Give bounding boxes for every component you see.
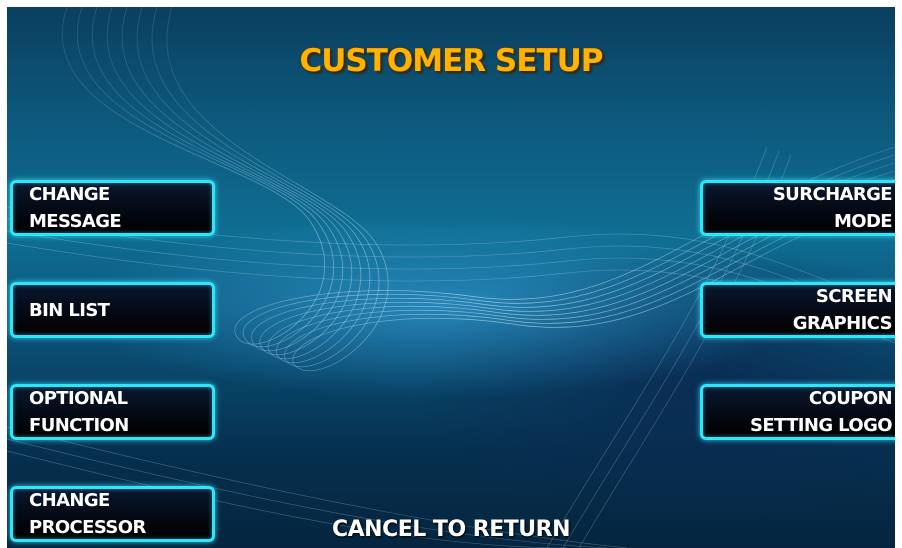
atm-screen: CUSTOMER SETUP CHANGE MESSAGE BIN LIST O… <box>7 7 895 548</box>
screen-graphics-button[interactable]: SCREEN GRAPHICS <box>700 282 895 338</box>
button-label-line1: OPTIONAL <box>29 388 128 409</box>
surcharge-mode-button[interactable]: SURCHARGE MODE <box>700 180 895 236</box>
button-label-line2: SETTING LOGO <box>749 415 893 436</box>
cancel-to-return-label[interactable]: CANCEL TO RETURN <box>7 517 895 542</box>
button-label-line1: BIN LIST <box>29 299 110 321</box>
coupon-setting-logo-button[interactable]: COUPON SETTING LOGO <box>700 384 895 440</box>
button-label-line1: SURCHARGE <box>772 184 893 205</box>
button-label-line1: SCREEN <box>815 286 893 307</box>
button-label-line2: FUNCTION <box>29 415 129 436</box>
button-label-line2: MESSAGE <box>29 211 122 232</box>
screen-title: CUSTOMER SETUP <box>299 43 604 79</box>
button-label-line1: COUPON <box>808 388 893 409</box>
button-label-line1: CHANGE <box>29 490 110 511</box>
button-label-line2: GRAPHICS <box>792 313 893 334</box>
optional-function-button[interactable]: OPTIONAL FUNCTION <box>10 384 215 440</box>
button-label-line1: CHANGE <box>29 184 110 205</box>
button-label-line2: MODE <box>833 211 893 232</box>
change-message-button[interactable]: CHANGE MESSAGE <box>10 180 215 236</box>
bin-list-button[interactable]: BIN LIST <box>10 282 215 338</box>
background-swirl-graphic <box>7 7 895 548</box>
